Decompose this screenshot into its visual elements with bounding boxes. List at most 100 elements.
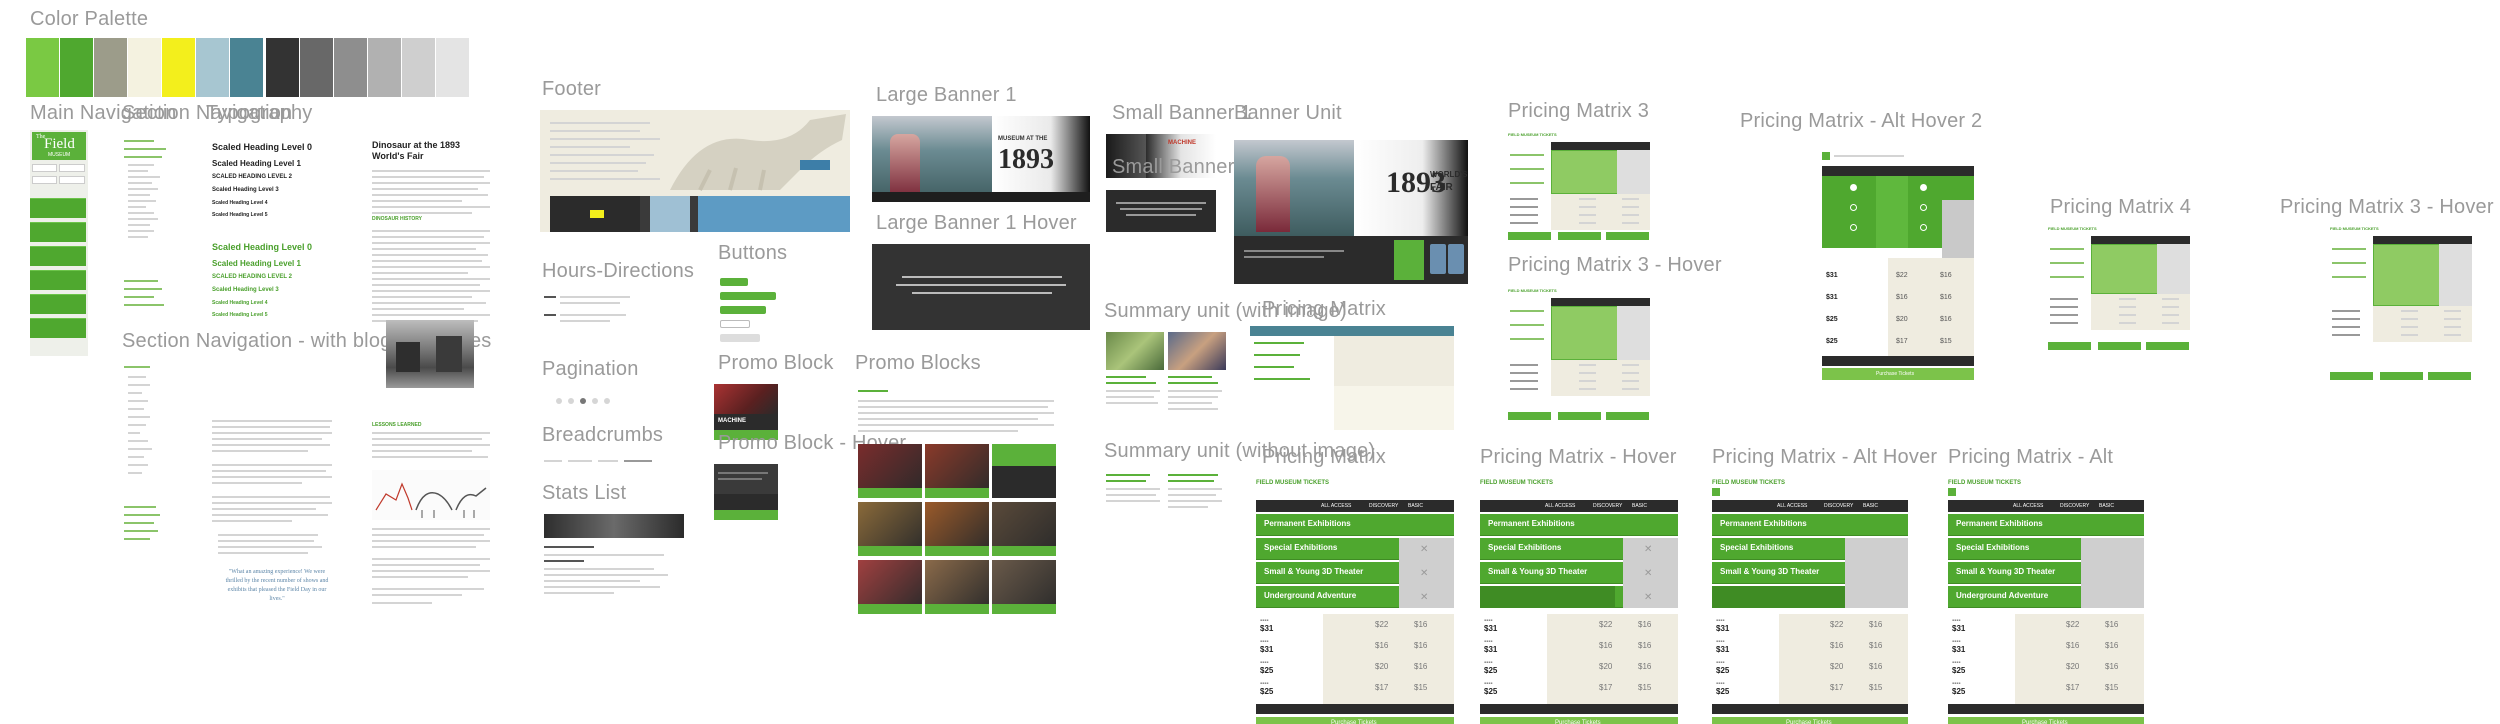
primary-button[interactable] <box>720 278 748 286</box>
purchase-tickets-button[interactable]: Purchase Tickets <box>1256 717 1454 724</box>
purchase-tickets-button[interactable] <box>1508 412 1551 420</box>
large-banner-1[interactable]: MUSEUM AT THE 1893 <box>872 116 1090 202</box>
pricing-matrix-4-title: Pricing Matrix 4 <box>2050 196 2192 218</box>
breadcrumbs-title: Breadcrumbs <box>542 424 664 446</box>
promo-tile[interactable] <box>858 444 922 498</box>
purchase-tickets-button[interactable] <box>2048 342 2091 350</box>
buttons-title: Buttons <box>718 242 788 264</box>
pricing-column-label: BASIC <box>1408 503 1424 509</box>
pricing-unavailable-block <box>1845 538 1908 608</box>
price: $17 <box>2066 683 2080 692</box>
page-dot[interactable] <box>592 398 598 404</box>
purchase-tickets-button[interactable] <box>1508 232 1551 240</box>
nav-item[interactable] <box>30 246 86 266</box>
pricing-column-label: ALL ACCESS <box>1777 503 1808 509</box>
checkbox-icon[interactable] <box>1948 488 1956 496</box>
price: $16 <box>2066 641 2080 650</box>
pricing-row[interactable]: Permanent Exhibitions <box>1948 514 2144 536</box>
purchase-tickets-button[interactable] <box>2098 342 2141 350</box>
pricing-column-label: DISCOVERY <box>1593 503 1623 509</box>
pricing-grey-area <box>2157 244 2190 294</box>
breadcrumb[interactable] <box>544 460 654 466</box>
nav-item[interactable] <box>30 222 86 242</box>
hours-directions-title: Hours-Directions <box>542 260 695 282</box>
price: $16 <box>2105 641 2119 650</box>
primary-button-wide[interactable] <box>720 292 776 300</box>
promo-tile[interactable] <box>858 502 922 556</box>
green-heading-level-4: Scaled Heading Level 4 <box>212 300 268 306</box>
pricing-row[interactable]: Permanent Exhibitions <box>1712 514 1908 536</box>
hours-directions-block <box>544 296 644 336</box>
promo-tile[interactable] <box>858 560 922 614</box>
article-photo <box>386 320 474 388</box>
purchase-tickets-button[interactable] <box>2428 372 2471 380</box>
small-banner-1-title: Small Banner 1 <box>1112 102 1252 124</box>
pricing-column-label: BASIC <box>2099 503 2115 509</box>
banner-unit[interactable]: 1893 WORLD'S FAIR <box>1234 140 1468 284</box>
purchase-tickets-button[interactable] <box>2330 372 2373 380</box>
pricing-matrix-alt-hover: FIELD MUSEUM TICKETS ALL ACCESS DISCOVERY B… <box>1712 480 1908 724</box>
footer-search-button[interactable] <box>800 160 830 170</box>
banner-year: 1893 <box>998 144 1054 175</box>
price: $16 <box>1638 662 1652 671</box>
purchase-tickets-button[interactable] <box>2380 372 2423 380</box>
purchase-tickets-button[interactable] <box>2146 342 2189 350</box>
page-dot[interactable] <box>604 398 610 404</box>
pricing-header: FIELD MUSEUM TICKETS <box>1948 480 2021 486</box>
nav-item[interactable] <box>30 270 86 290</box>
nav-util-button[interactable] <box>32 164 57 172</box>
price: $16 <box>1940 294 1952 301</box>
promo-tile[interactable] <box>992 560 1056 614</box>
secondary-button[interactable] <box>720 320 750 328</box>
purchase-tickets-button[interactable] <box>1606 412 1649 420</box>
buttons-group <box>720 278 780 348</box>
price: $22 <box>2066 620 2080 629</box>
purchase-tickets-button[interactable]: Purchase Tickets <box>1822 368 1974 380</box>
nav-item[interactable] <box>30 198 86 218</box>
price: $20 <box>1896 316 1908 323</box>
checkbox-icon[interactable] <box>1712 488 1720 496</box>
purchase-tickets-button[interactable] <box>1558 412 1601 420</box>
pricing-row-hover[interactable] <box>1480 586 1615 608</box>
stats-list <box>544 546 684 606</box>
x-icon: ✕ <box>1644 544 1653 555</box>
nav-util-button[interactable] <box>32 176 57 184</box>
purchase-tickets-button[interactable]: Purchase Tickets <box>1480 717 1678 724</box>
pagination[interactable] <box>556 394 646 408</box>
small-banner-2[interactable] <box>1106 190 1216 232</box>
purchase-tickets-button[interactable] <box>1558 232 1601 240</box>
promo-tile[interactable] <box>992 444 1056 498</box>
pricing-column-header <box>1551 298 1650 306</box>
pricing-row[interactable]: Permanent Exhibitions <box>1256 514 1454 536</box>
pricing-row[interactable]: Permanent Exhibitions <box>1480 514 1678 536</box>
page-dot-active[interactable] <box>580 398 586 404</box>
pricing-row-hover[interactable] <box>1712 586 1845 608</box>
page-dot[interactable] <box>568 398 574 404</box>
promo-block-hover[interactable] <box>714 464 778 520</box>
purchase-tickets-button[interactable]: Purchase Tickets <box>1948 717 2144 724</box>
nav-util-button[interactable] <box>59 176 85 184</box>
price: $25 <box>1952 666 1966 675</box>
pricing-matrix-3: FIELD MUSEUM TICKETS <box>1508 132 1650 242</box>
promo-tile[interactable] <box>925 502 989 556</box>
pagination-title: Pagination <box>542 358 639 380</box>
banner-unit-title: Banner Unit <box>1234 102 1342 124</box>
promo-tile[interactable] <box>992 502 1056 556</box>
purchase-tickets-button[interactable]: Purchase Tickets <box>1712 717 1908 724</box>
promo-tile[interactable] <box>925 444 989 498</box>
pricing-grey-area <box>2439 244 2472 306</box>
typography-headings: Scaled Heading Level 0 Scaled Heading Le… <box>212 142 352 318</box>
field-museum-logo[interactable]: The Field MUSEUM <box>32 132 86 160</box>
primary-button[interactable] <box>720 306 766 314</box>
promo-tile[interactable] <box>925 560 989 614</box>
purchase-tickets-button[interactable] <box>1606 232 1649 240</box>
nav-item[interactable] <box>30 318 86 338</box>
color-swatch <box>26 38 59 97</box>
summary-photo <box>1168 332 1226 370</box>
large-banner-1-hover[interactable] <box>872 244 1090 330</box>
page-dot[interactable] <box>556 398 562 404</box>
nav-item[interactable] <box>30 294 86 314</box>
nav-util-button[interactable] <box>59 164 85 172</box>
price: $31 <box>1952 624 1966 633</box>
pricing-row-label: Permanent Exhibitions <box>1264 519 1351 528</box>
